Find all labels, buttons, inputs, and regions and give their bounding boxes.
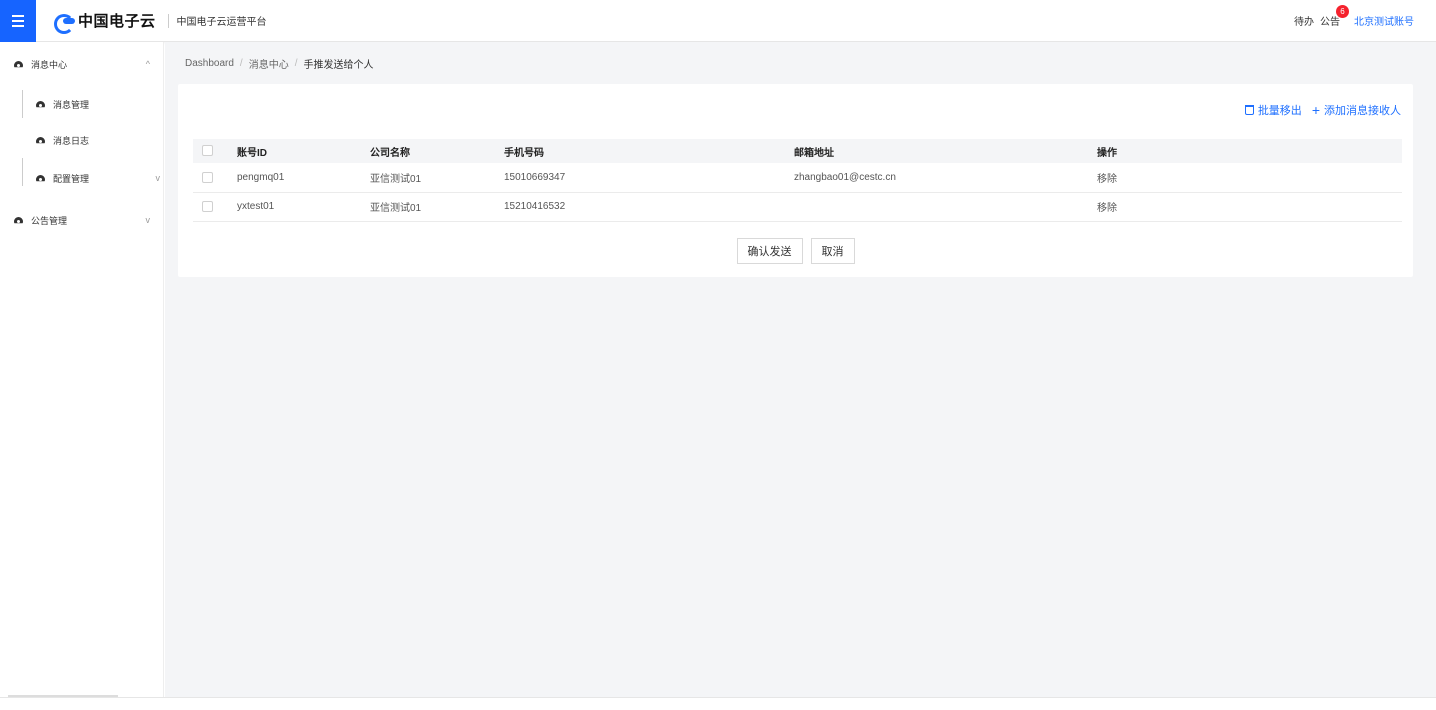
recipient-table: 账号ID 公司名称 手机号码 邮箱地址 操作 pengmq01 亚信测试01 1… xyxy=(193,139,1402,222)
menu-toggle-button[interactable] xyxy=(0,0,36,42)
breadcrumb: Dashboard / 消息中心 / 手推发送给个人 xyxy=(185,56,373,71)
confirm-send-button[interactable]: 确认发送 xyxy=(736,238,803,264)
trash-icon xyxy=(1244,105,1254,115)
breadcrumb-separator: / xyxy=(294,58,298,69)
cell-account-id: yxtest01 xyxy=(237,201,275,212)
bottom-border xyxy=(0,697,1436,698)
row-checkbox[interactable] xyxy=(202,200,213,212)
hamburger-icon-bar xyxy=(12,19,24,22)
row-checkbox[interactable] xyxy=(202,171,213,183)
sidebar-scrollbar[interactable] xyxy=(8,695,118,697)
table-header-row: 账号ID 公司名称 手机号码 邮箱地址 操作 xyxy=(193,139,1402,163)
sidebar-item-config-management[interactable]: 配置管理 v xyxy=(0,166,164,190)
notice-badge: 6 xyxy=(1336,5,1349,18)
header-phone: 手机号码 xyxy=(504,147,544,159)
row-select-cell xyxy=(193,163,237,192)
form-buttons: 确认发送 取消 xyxy=(178,238,1413,264)
logo-icon xyxy=(54,13,76,34)
platform-name: 中国电子云运营平台 xyxy=(176,17,267,28)
cell-action: 移除 xyxy=(1097,192,1402,221)
cell-phone: 15010669347 xyxy=(504,171,566,183)
cell-account-id: pengmq01 xyxy=(237,171,285,183)
header-email: 邮箱地址 xyxy=(794,147,834,159)
breadcrumb-current: 手推发送给个人 xyxy=(303,60,374,71)
table-row: yxtest01 亚信测试01 15210416532 移除 xyxy=(193,192,1402,221)
cell-action: 移除 xyxy=(1097,163,1402,192)
dashboard-icon xyxy=(36,101,45,108)
cell-company: 亚信测试01 xyxy=(370,173,422,185)
brand-logo[interactable]: 中国电子云 xyxy=(54,10,156,34)
batch-remove-button[interactable]: 批量移出 xyxy=(1244,102,1302,118)
top-header: 中国电子云 中国电子云运营平台 待办 公告 6 北京测试账号 xyxy=(0,0,1436,42)
plus-icon: + xyxy=(1311,102,1320,118)
breadcrumb-dashboard[interactable]: Dashboard xyxy=(185,58,234,69)
cancel-button[interactable]: 取消 xyxy=(810,238,855,264)
select-all-cell xyxy=(193,139,237,163)
sidebar-item-message-management[interactable]: 消息管理 xyxy=(0,92,164,116)
dashboard-icon xyxy=(14,217,23,224)
cell-company: 亚信测试01 xyxy=(370,203,422,214)
logo-text: 中国电子云 xyxy=(78,13,156,30)
hamburger-icon-bar xyxy=(12,24,24,27)
chevron-down-icon: v xyxy=(155,173,161,183)
batch-remove-label: 批量移出 xyxy=(1257,105,1302,117)
header-action: 操作 xyxy=(1097,147,1117,159)
sidebar-item-label: 公告管理 xyxy=(31,215,68,226)
account-menu[interactable]: 北京测试账号 xyxy=(1354,13,1414,28)
add-receiver-label: 添加消息接收人 xyxy=(1324,105,1401,117)
sidebar-item-label: 消息日志 xyxy=(53,135,90,146)
sidebar: 消息中心 ^ 消息管理 消息日志 配置管理 v 公告管理 v xyxy=(0,42,164,698)
breadcrumb-message-center[interactable]: 消息中心 xyxy=(249,56,289,71)
card-actions: 批量移出 + 添加消息接收人 xyxy=(1244,102,1401,118)
cell-phone: 15210416532 xyxy=(504,201,566,212)
dashboard-icon xyxy=(36,137,45,144)
add-receiver-button[interactable]: + 添加消息接收人 xyxy=(1312,102,1401,118)
dashboard-icon xyxy=(14,61,23,68)
sidebar-item-message-center[interactable]: 消息中心 ^ xyxy=(0,52,164,76)
remove-button[interactable]: 移除 xyxy=(1097,174,1117,185)
cell-email xyxy=(794,192,1097,221)
sidebar-item-label: 消息中心 xyxy=(31,59,68,70)
header-company: 公司名称 xyxy=(370,147,410,159)
sidebar-item-label: 配置管理 xyxy=(53,173,90,184)
main-content: Dashboard / 消息中心 / 手推发送给个人 批量移出 + 添加消息接收… xyxy=(165,42,1436,698)
header-right-area: 待办 公告 6 北京测试账号 xyxy=(1294,5,1436,28)
cell-email: zhangbao01@cestc.cn xyxy=(794,171,896,183)
todo-link[interactable]: 待办 xyxy=(1294,13,1314,28)
sidebar-item-message-log[interactable]: 消息日志 xyxy=(0,128,164,152)
row-select-cell xyxy=(193,192,237,221)
header-divider xyxy=(167,13,169,28)
table-row: pengmq01 亚信测试01 15010669347 zhangbao01@c… xyxy=(193,163,1402,192)
sidebar-item-label: 消息管理 xyxy=(53,99,90,110)
select-all-checkbox[interactable] xyxy=(202,145,213,157)
hamburger-icon xyxy=(12,14,24,17)
recipient-card: 批量移出 + 添加消息接收人 账号ID 公司名称 手机号码 邮箱地址 操作 pe… xyxy=(178,84,1413,277)
chevron-up-icon: ^ xyxy=(145,59,150,69)
chevron-down-icon: v xyxy=(145,215,151,225)
breadcrumb-separator: / xyxy=(239,58,243,69)
notice-label: 公告 xyxy=(1320,17,1340,28)
notice-link[interactable]: 公告 6 xyxy=(1320,5,1349,28)
dashboard-icon xyxy=(36,175,45,182)
header-account-id: 账号ID xyxy=(237,147,267,159)
sidebar-item-announcement-management[interactable]: 公告管理 v xyxy=(0,208,164,232)
remove-button[interactable]: 移除 xyxy=(1097,203,1117,214)
